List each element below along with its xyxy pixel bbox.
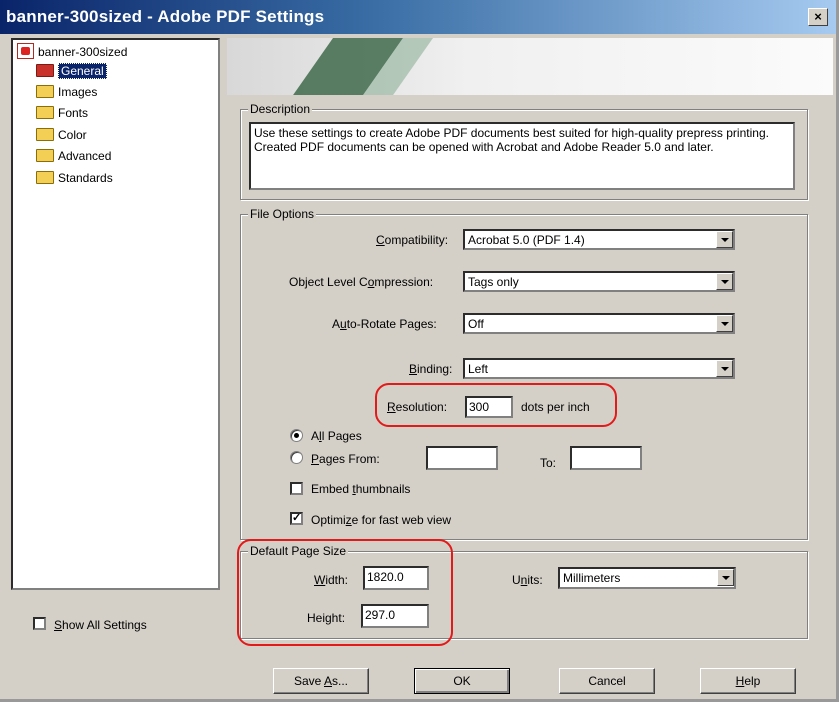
description-group-label: Description <box>248 102 313 116</box>
tree-item-fonts[interactable]: Fonts <box>36 104 88 122</box>
chevron-down-icon[interactable] <box>717 569 734 586</box>
binding-value: Left <box>468 362 489 376</box>
folder-icon <box>36 149 54 162</box>
tree-item-label: Advanced <box>58 149 112 163</box>
folder-icon <box>36 171 54 184</box>
header-banner <box>227 38 833 95</box>
pdf-settings-icon <box>17 43 34 59</box>
width-label: Width: <box>314 573 349 587</box>
auto-rotate-label: Auto-Rotate Pages: <box>332 317 437 331</box>
binding-label: Binding: <box>409 362 453 376</box>
tree-item-label: Color <box>58 128 87 142</box>
height-input[interactable]: 297.0 <box>361 604 429 628</box>
description-text: Use these settings to create Adobe PDF d… <box>249 122 795 190</box>
chevron-down-icon[interactable] <box>716 360 733 377</box>
title-bar[interactable]: banner-300sized - Adobe PDF Settings × <box>0 0 836 34</box>
description-group: Description Use these settings to create… <box>240 102 808 200</box>
all-pages-label[interactable]: All Pages <box>311 429 362 443</box>
pages-to-input[interactable] <box>570 446 642 470</box>
window-title: banner-300sized - Adobe PDF Settings <box>6 7 325 26</box>
show-all-settings-label[interactable]: Show All Settings <box>54 618 147 632</box>
chevron-down-icon[interactable] <box>716 231 733 248</box>
tree-item-label: Images <box>58 85 98 99</box>
tree-item-general[interactable]: General <box>36 62 107 80</box>
help-button[interactable]: Help <box>700 668 796 694</box>
pages-from-input[interactable] <box>426 446 498 470</box>
pdf-settings-dialog: banner-300sized - Adobe PDF Settings × b… <box>0 0 839 702</box>
tree-item-images[interactable]: Images <box>36 83 97 101</box>
tree-item-label: Fonts <box>58 106 89 120</box>
compression-label: Object Level Compression: <box>289 275 434 289</box>
height-label: Height: <box>307 611 346 625</box>
close-button[interactable]: × <box>808 8 828 26</box>
optimize-web-label[interactable]: Optimize for fast web view <box>311 513 451 527</box>
resolution-label: Resolution: <box>387 400 448 414</box>
tree-root[interactable]: banner-300sized <box>17 43 127 61</box>
chevron-down-icon[interactable] <box>716 315 733 332</box>
binding-select[interactable]: Left <box>463 358 735 379</box>
chevron-down-icon[interactable] <box>716 273 733 290</box>
compatibility-value: Acrobat 5.0 (PDF 1.4) <box>468 233 585 247</box>
pages-from-label[interactable]: Pages From: <box>311 452 380 466</box>
folder-icon <box>36 106 54 119</box>
open-folder-icon <box>36 64 54 77</box>
compression-select[interactable]: Tags only <box>463 271 735 292</box>
folder-icon <box>36 128 54 141</box>
compatibility-select[interactable]: Acrobat 5.0 (PDF 1.4) <box>463 229 735 250</box>
tree-item-label: Standards <box>58 171 113 185</box>
ok-button[interactable]: OK <box>414 668 510 694</box>
optimize-web-checkbox[interactable]: ✓ <box>290 512 303 525</box>
auto-rotate-select[interactable]: Off <box>463 313 735 334</box>
pages-from-radio[interactable] <box>290 451 303 464</box>
tree-item-color[interactable]: Color <box>36 126 87 144</box>
settings-tree[interactable]: banner-300sized General Images Fonts Col… <box>11 38 220 590</box>
all-pages-radio[interactable] <box>290 429 303 442</box>
embed-thumbnails-checkbox[interactable] <box>290 482 303 495</box>
embed-thumbnails-label[interactable]: Embed thumbnails <box>311 482 410 496</box>
show-all-settings-checkbox[interactable] <box>33 617 46 630</box>
units-select[interactable]: Millimeters <box>558 567 736 589</box>
tree-root-label: banner-300sized <box>38 45 128 59</box>
pages-to-label: To: <box>540 456 557 470</box>
width-input[interactable]: 1820.0 <box>363 566 429 590</box>
units-label: Units: <box>512 573 543 587</box>
tree-item-advanced[interactable]: Advanced <box>36 147 111 165</box>
cancel-button[interactable]: Cancel <box>559 668 655 694</box>
compatibility-label: Compatibility: <box>376 233 449 247</box>
folder-icon <box>36 85 54 98</box>
save-as-button[interactable]: Save As... <box>273 668 369 694</box>
tree-item-standards[interactable]: Standards <box>36 169 113 187</box>
compression-value: Tags only <box>468 275 519 289</box>
units-value: Millimeters <box>563 571 621 585</box>
auto-rotate-value: Off <box>468 317 484 331</box>
tree-item-label: General <box>58 63 107 79</box>
file-options-group-label: File Options <box>248 207 317 221</box>
resolution-input[interactable]: 300 <box>465 396 513 418</box>
resolution-unit: dots per inch <box>521 400 590 414</box>
page-size-highlight <box>237 539 453 646</box>
